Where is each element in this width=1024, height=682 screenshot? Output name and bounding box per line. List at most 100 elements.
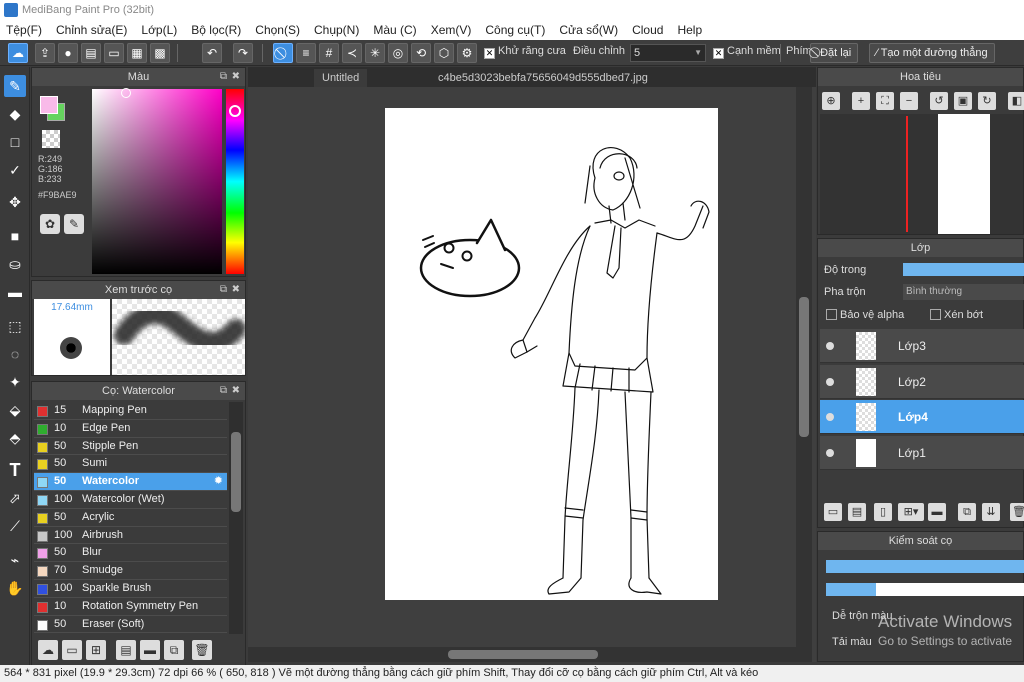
brush-list-item[interactable]: 50 Stipple Pen xyxy=(34,438,227,456)
visibility-icon[interactable] xyxy=(826,377,834,386)
upload-icon[interactable]: ⇪ xyxy=(35,43,55,63)
select-eraser-tool-icon[interactable]: ⬘ xyxy=(4,427,26,449)
magic-wand-tool-icon[interactable]: ✦ xyxy=(4,371,26,393)
scrollbar-thumb[interactable] xyxy=(799,297,809,437)
menu-view[interactable]: Xem(V) xyxy=(431,23,472,37)
brush-list-scrollbar[interactable] xyxy=(229,402,243,634)
rotate-right-icon[interactable]: ↻ xyxy=(978,92,996,110)
popout-icon[interactable]: ⧉ xyxy=(220,68,227,86)
menu-help[interactable]: Help xyxy=(677,23,702,37)
comic-icon[interactable]: ▩ xyxy=(150,43,170,63)
brush-size-slider[interactable] xyxy=(826,560,1024,573)
operation-tool-icon[interactable]: ⬀ xyxy=(4,487,26,509)
zoom-out-icon[interactable]: − xyxy=(900,92,918,110)
duplicate-layer-icon[interactable]: ⧉ xyxy=(958,503,976,521)
select-tool-icon[interactable]: ⬚ xyxy=(4,315,26,337)
brush-tool-icon[interactable]: ✎ xyxy=(4,75,26,97)
eraser-tool-icon[interactable]: ◆ xyxy=(4,103,26,125)
brush-list-item[interactable]: 50 Sumi xyxy=(34,455,227,474)
menu-file[interactable]: Tệp(F) xyxy=(6,23,42,37)
lasso-tool-icon[interactable]: ◌ xyxy=(4,343,26,365)
visibility-icon[interactable] xyxy=(826,448,834,457)
layer-row[interactable]: Lớp1 xyxy=(820,435,1024,470)
navigator-view[interactable] xyxy=(820,114,1023,234)
brush-list-item[interactable]: 70 Smudge xyxy=(34,562,227,580)
brush-folder-icon[interactable]: ▬ xyxy=(140,640,160,660)
scrollbar-thumb[interactable] xyxy=(448,650,598,659)
move-tool-icon[interactable]: ✥ xyxy=(4,191,26,213)
add-brush-menu-icon[interactable]: ⊞ xyxy=(86,640,106,660)
saturation-value-picker[interactable] xyxy=(92,89,222,274)
layer-row[interactable]: Lớp3 xyxy=(820,329,1024,363)
brush-list-item[interactable]: 100 Watercolor (Wet) xyxy=(34,491,227,509)
clipping-checkbox[interactable]: Xén bớt xyxy=(930,309,983,321)
rectangle-tool-icon[interactable]: □ xyxy=(4,131,26,153)
drawing-canvas[interactable] xyxy=(385,108,718,600)
layer-folder-icon[interactable]: ▬ xyxy=(928,503,946,521)
blend-mode-select[interactable]: Bình thường xyxy=(903,284,1024,300)
brush-list-item[interactable]: 50 Eraser (Soft) xyxy=(34,616,227,634)
brush-list-item[interactable]: 100 Airbrush xyxy=(34,527,227,545)
menu-tools[interactable]: Công cụ(T) xyxy=(485,23,545,37)
canvas-area[interactable] xyxy=(248,87,816,662)
brush-list-item[interactable]: 50 Acrylic xyxy=(34,509,227,527)
menu-edit[interactable]: Chỉnh sửa(E) xyxy=(56,23,127,37)
cloud-icon[interactable]: ☁ xyxy=(8,43,28,63)
select-pen-tool-icon[interactable]: ⬙ xyxy=(4,399,26,421)
hand-tool-icon[interactable]: ✋ xyxy=(4,577,26,599)
concentric-icon[interactable]: ◎ xyxy=(388,43,408,63)
adjust-select[interactable]: 5 ▼ xyxy=(630,44,706,62)
palette-edit-icon[interactable]: ✎ xyxy=(64,214,84,234)
reset-button[interactable]: ⃠ Đặt lại xyxy=(810,43,859,63)
new-brush-icon[interactable]: ▭ xyxy=(62,640,82,660)
visibility-icon[interactable] xyxy=(826,342,834,350)
new-halftone-layer-icon[interactable]: ▤ xyxy=(848,503,866,521)
parallel-snap-icon[interactable]: ≡ xyxy=(296,43,316,63)
canvas-horizontal-scrollbar[interactable] xyxy=(248,647,812,662)
menu-layer[interactable]: Lớp(L) xyxy=(141,23,177,37)
undo-icon[interactable]: ↶ xyxy=(202,43,222,63)
new-layer-icon[interactable]: ▭ xyxy=(824,503,842,521)
brush-list-item[interactable]: 10 Edge Pen xyxy=(34,420,227,438)
visibility-icon[interactable] xyxy=(826,413,834,421)
layer-row[interactable]: Lớp4 xyxy=(820,400,1024,434)
soft-edge-checkbox[interactable]: ✕ Cạnh mềm xyxy=(713,45,781,59)
reset-view-icon[interactable]: ▣ xyxy=(954,92,972,110)
brush-opacity-slider[interactable] xyxy=(826,583,1024,596)
zoom-fit-icon[interactable]: ⊕ xyxy=(822,92,840,110)
close-icon[interactable]: ✖ xyxy=(232,68,240,86)
page-icon[interactable]: ▭ xyxy=(104,43,124,63)
brush-list-item[interactable]: 100 Sparkle Brush xyxy=(34,580,227,598)
scrollbar-thumb[interactable] xyxy=(231,432,241,512)
canvas-vertical-scrollbar[interactable] xyxy=(796,87,812,647)
perspective-icon[interactable]: ⬡ xyxy=(434,43,454,63)
tab-untitled[interactable]: Untitled xyxy=(314,69,368,87)
menu-color[interactable]: Màu (C) xyxy=(373,23,416,37)
snap-settings-icon[interactable]: ⚙ xyxy=(457,43,477,63)
menu-select[interactable]: Chọn(S) xyxy=(255,23,300,37)
close-icon[interactable]: ✖ xyxy=(232,382,240,400)
bucket-tool-icon[interactable]: ⛀ xyxy=(4,253,26,275)
menu-snap[interactable]: Chụp(N) xyxy=(314,23,359,37)
opacity-slider[interactable] xyxy=(903,263,1024,276)
popout-icon[interactable]: ⧉ xyxy=(220,281,227,299)
merge-layer-icon[interactable]: ⇊ xyxy=(982,503,1000,521)
divide-tool-icon[interactable]: ⟋ xyxy=(4,515,26,537)
antialias-checkbox[interactable]: ✕ Khử răng cưa xyxy=(484,45,566,59)
add-brush-cloud-icon[interactable]: ☁ xyxy=(38,640,58,660)
brush-list-item[interactable]: 15 Mapping Pen xyxy=(34,402,227,420)
radial-snap-icon[interactable]: ≺ xyxy=(342,43,362,63)
close-icon[interactable]: ✖ xyxy=(232,281,240,299)
comment-icon[interactable]: ▤ xyxy=(81,43,101,63)
redo-icon[interactable]: ↷ xyxy=(233,43,253,63)
brush-list-item[interactable]: 50 Blur xyxy=(34,544,227,563)
gear-icon[interactable]: ✹ xyxy=(214,473,223,491)
menu-cloud[interactable]: Cloud xyxy=(632,23,663,37)
brush-list-item[interactable]: 10 Rotation Symmetry Pen xyxy=(34,598,227,616)
tab-image-file[interactable]: c4be5d3023bebfa75656049d555dbed7.jpg xyxy=(430,69,656,87)
protect-alpha-checkbox[interactable]: Bảo vệ alpha xyxy=(826,309,904,321)
duplicate-brush-icon[interactable]: ⧉ xyxy=(164,640,184,660)
transparent-color-swatch[interactable] xyxy=(42,130,60,148)
foreground-color-swatch[interactable] xyxy=(40,96,58,114)
add-layer-menu-icon[interactable]: ⊞▾ xyxy=(898,503,924,521)
